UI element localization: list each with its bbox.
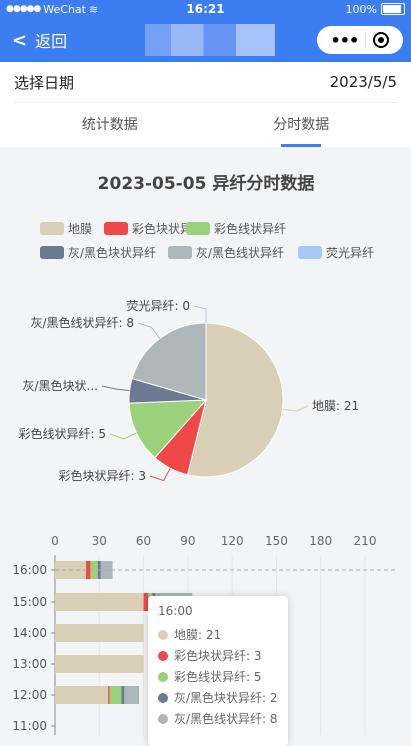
- tabs: 统计数据 分时数据: [14, 102, 397, 147]
- pie-leader-line: [101, 385, 130, 392]
- mini-program-capsule: •••: [317, 26, 403, 54]
- x-tick-label: 210: [354, 534, 377, 548]
- tooltip-dot: [158, 629, 168, 640]
- capsule-divider: [365, 32, 367, 48]
- x-tick-label: 90: [180, 534, 195, 548]
- pie-leader-line: [109, 432, 137, 440]
- tab-hourly[interactable]: 分时数据: [206, 103, 398, 147]
- bar-segment: [55, 593, 144, 611]
- carrier-name: WeChat: [43, 2, 86, 16]
- tooltip-title: 16:00: [158, 604, 193, 618]
- nav-bar: < 返回 •••: [0, 18, 411, 62]
- status-right: 100%: [346, 3, 405, 16]
- x-tick-label: 0: [51, 534, 59, 548]
- tooltip-row: 灰/黑色线状异纤: 8: [158, 708, 278, 729]
- tab-statistics[interactable]: 统计数据: [14, 103, 206, 147]
- close-target-icon[interactable]: [373, 32, 390, 48]
- pie-label: 灰/黑色块状...: [23, 379, 99, 393]
- chart-tooltip: 16:00 地膜: 21 彩色块状异纤: 3 彩色线状异纤: 5 灰/黑色块状异纤: …: [148, 596, 288, 746]
- tooltip-rows: 地膜: 21 彩色块状异纤: 3 彩色线状异纤: 5 灰/黑色块状异纤: 2 灰/黑色线…: [158, 624, 278, 729]
- more-icon[interactable]: •••: [331, 31, 360, 50]
- tooltip-row: 彩色线状异纤: 5: [158, 666, 278, 687]
- legend-label: 荧光异纤: [326, 246, 374, 260]
- legend-swatch: [298, 246, 322, 259]
- back-label: 返回: [35, 32, 68, 51]
- wifi-icon: ≋: [88, 2, 99, 16]
- y-tick-label: 15:00: [12, 595, 47, 609]
- status-left: ●●●●● WeChat ≋: [6, 3, 98, 16]
- back-button[interactable]: < 返回: [12, 28, 67, 52]
- status-bar: ●●●●● WeChat ≋ 16:21 100%: [0, 0, 411, 18]
- tooltip-dot: [158, 692, 168, 703]
- bar-segment: [55, 624, 144, 642]
- legend-swatch: [40, 246, 64, 259]
- battery-icon: [381, 3, 405, 15]
- date-label: 选择日期: [14, 73, 75, 92]
- pie-label: 彩色线状异纤: 5: [19, 427, 107, 441]
- y-tick-label: 11:00: [12, 719, 47, 733]
- legend-label: 灰/黑色块状异纤: [68, 246, 156, 260]
- legend-label: 彩色线状异纤: [214, 222, 286, 236]
- pie-label: 地膜: 21: [312, 399, 359, 413]
- bar-segment: [108, 686, 110, 704]
- x-tick-label: 180: [309, 534, 332, 548]
- tooltip-row-label: 彩色块状异纤: 3: [174, 649, 262, 663]
- pie-label: 彩色块状异纤: 3: [59, 469, 147, 483]
- tabs-container: 统计数据 分时数据: [0, 102, 411, 147]
- pie-label: 灰/黑色线状异纤: 8: [30, 316, 134, 330]
- pie-leader-line: [193, 305, 207, 323]
- tooltip-row: 灰/黑色块状异纤: 2: [158, 687, 278, 708]
- y-tick-label: 16:00: [12, 563, 47, 577]
- x-tick-label: 120: [221, 534, 244, 548]
- chart-title: 2023-05-05 异纤分时数据: [98, 173, 315, 194]
- date-value[interactable]: 2023/5/5: [330, 73, 397, 91]
- x-tick-label: 30: [92, 534, 107, 548]
- bar-segment: [55, 655, 144, 673]
- legend-swatch: [104, 222, 128, 235]
- pie-leader-line: [282, 405, 309, 412]
- bar-segment: [55, 686, 109, 704]
- x-tick-label: 150: [265, 534, 288, 548]
- tooltip-row: 彩色块状异纤: 3: [158, 645, 278, 666]
- date-selector[interactable]: 选择日期 2023/5/5: [0, 62, 411, 102]
- legend-swatch: [168, 246, 192, 259]
- tooltip-dot: [158, 713, 168, 724]
- tooltip-row-label: 地膜: 21: [174, 628, 222, 642]
- legend-label: 灰/黑色线状异纤: [196, 246, 284, 260]
- y-tick-label: 14:00: [12, 626, 47, 640]
- blurred-title: [145, 24, 275, 56]
- pie-label: 荧光异纤: 0: [127, 299, 191, 313]
- tooltip-dot: [158, 671, 168, 682]
- bar-segment: [124, 686, 140, 704]
- chevron-left-icon: <: [12, 29, 28, 51]
- x-tick-label: 60: [136, 534, 151, 548]
- bar-segment: [121, 686, 125, 704]
- y-tick-label: 13:00: [12, 657, 47, 671]
- pie-leader-line: [149, 467, 171, 482]
- bar-segment: [109, 686, 122, 704]
- battery-percent: 100%: [345, 2, 377, 16]
- pie-leader-line: [137, 322, 161, 339]
- tooltip-row-label: 灰/黑色块状异纤: 2: [174, 691, 278, 705]
- tooltip-dot: [158, 650, 168, 661]
- tooltip-row: 地膜: 21: [158, 624, 278, 645]
- legend-swatch: [186, 222, 210, 235]
- tooltip-row-label: 灰/黑色线状异纤: 8: [174, 712, 278, 726]
- y-tick-label: 12:00: [12, 688, 47, 702]
- legend-swatch: [40, 222, 64, 235]
- tooltip-row-label: 彩色线状异纤: 5: [174, 670, 262, 684]
- signal-icon: ●●●●●: [6, 4, 41, 14]
- legend-label: 地膜: [68, 222, 92, 236]
